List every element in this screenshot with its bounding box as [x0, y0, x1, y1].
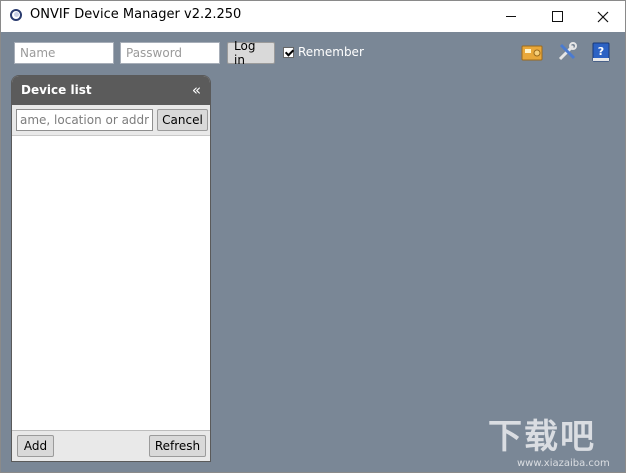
watermark-url: www.xiazaiba.com — [517, 458, 610, 469]
title-bar[interactable]: ONVIF Device Manager v2.2.250 — [1, 1, 625, 32]
minimize-icon — [506, 16, 516, 17]
refresh-button[interactable]: Refresh — [149, 435, 206, 457]
minimize-button[interactable] — [488, 1, 534, 32]
device-search-input[interactable] — [16, 109, 153, 131]
help-book-icon[interactable]: ? — [590, 41, 612, 63]
svg-text:?: ? — [598, 45, 604, 58]
remember-label: Remember — [298, 45, 364, 59]
app-window: ONVIF Device Manager v2.2.250 Log in Rem… — [0, 0, 626, 473]
device-list-panel: Device list « Cancel Add Refresh — [11, 75, 211, 462]
camera-card-icon[interactable] — [521, 41, 543, 63]
app-logo-icon — [10, 9, 22, 21]
device-list-header: Device list « — [12, 76, 210, 105]
add-device-button[interactable]: Add — [17, 435, 54, 457]
tools-icon[interactable] — [556, 41, 578, 63]
window-title: ONVIF Device Manager v2.2.250 — [30, 7, 242, 22]
name-input[interactable] — [14, 42, 114, 64]
close-icon — [597, 11, 609, 22]
collapse-panel-icon[interactable]: « — [192, 81, 201, 99]
device-list-title: Device list — [21, 83, 92, 97]
remember-checkbox[interactable]: Remember — [283, 45, 364, 59]
close-button[interactable] — [580, 1, 626, 32]
password-input[interactable] — [120, 42, 220, 64]
client-area: Log in Remember ? Device list « — [1, 32, 625, 472]
maximize-button[interactable] — [534, 1, 580, 32]
cancel-search-button[interactable]: Cancel — [157, 109, 208, 131]
login-button[interactable]: Log in — [227, 39, 275, 67]
device-list[interactable] — [12, 135, 210, 431]
checkbox-checked-icon[interactable] — [283, 46, 294, 58]
maximize-icon — [551, 11, 563, 22]
